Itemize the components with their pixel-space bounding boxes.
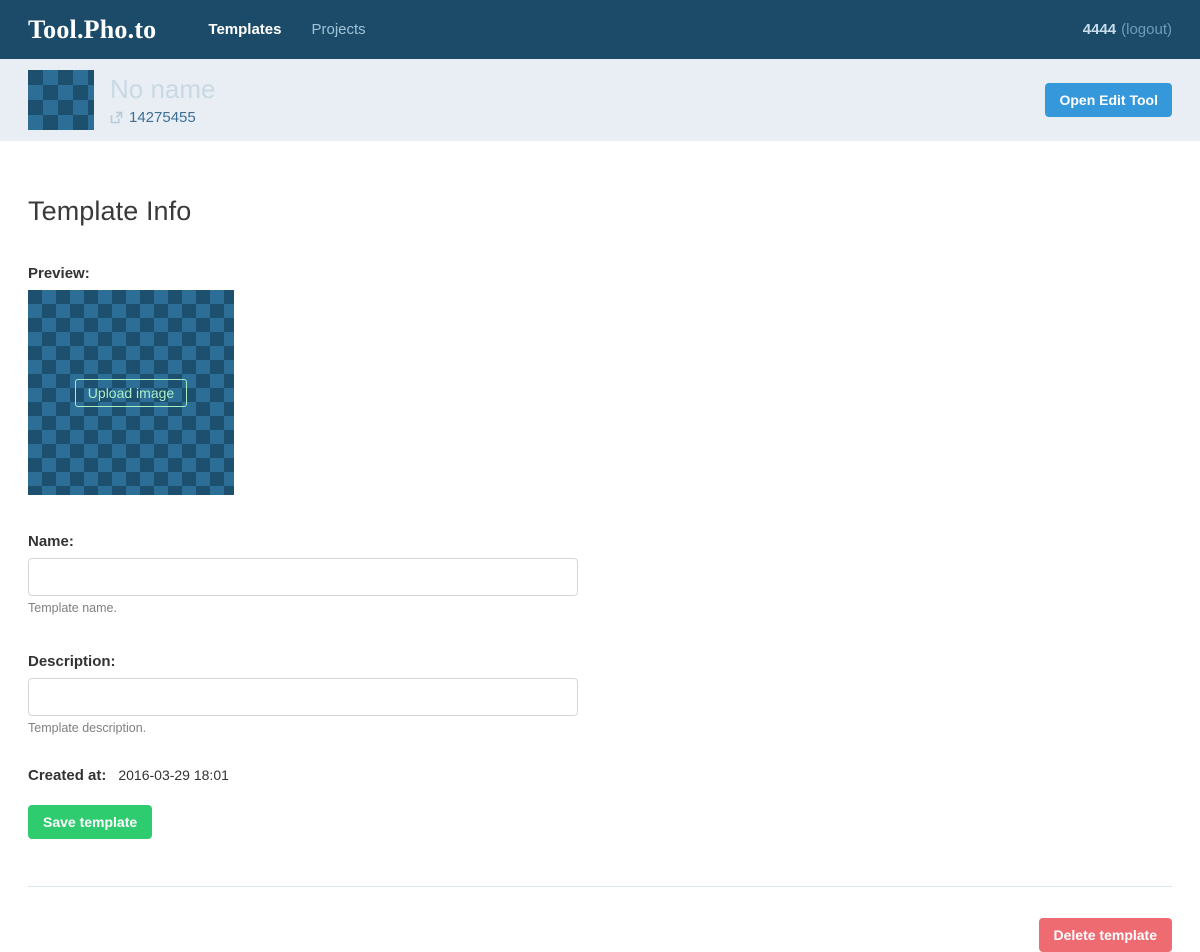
- nav-link-projects[interactable]: Projects: [311, 21, 365, 38]
- upload-image-button[interactable]: Upload image: [74, 378, 188, 407]
- name-input[interactable]: [28, 558, 578, 596]
- open-edit-tool-button[interactable]: Open Edit Tool: [1045, 83, 1172, 117]
- footer-actions: Delete template: [28, 918, 1172, 952]
- description-label: Description:: [28, 653, 116, 670]
- name-help-text: Template name.: [28, 601, 117, 615]
- username-label: 4444: [1082, 21, 1117, 38]
- template-identity: No name 14275455: [110, 74, 216, 126]
- template-id-row: 14275455: [110, 109, 216, 126]
- preview-image[interactable]: Upload image: [28, 290, 234, 495]
- section-divider: [28, 886, 1172, 887]
- page-title: Template Info: [28, 196, 192, 226]
- template-subheader: No name 14275455 Open Edit Tool: [0, 59, 1200, 141]
- template-title: No name: [110, 73, 216, 104]
- brand-logo[interactable]: Tool.Pho.to: [28, 15, 156, 45]
- user-area: 4444 (logout): [1083, 21, 1172, 38]
- external-link-icon: [110, 111, 123, 124]
- delete-template-button[interactable]: Delete template: [1038, 918, 1172, 952]
- created-at-row: Created at: 2016-03-29 18:01: [28, 767, 1172, 784]
- nav-link-templates[interactable]: Templates: [208, 21, 281, 38]
- primary-nav: Templates Projects: [208, 21, 365, 38]
- template-thumbnail: [28, 70, 94, 130]
- name-label: Name:: [28, 533, 74, 550]
- logout-link[interactable]: (logout): [1121, 21, 1172, 38]
- main-content: Template Info Preview: Upload image Name…: [0, 196, 1200, 952]
- save-template-button[interactable]: Save template: [28, 805, 153, 839]
- description-help-text: Template description.: [28, 721, 147, 735]
- description-input[interactable]: [28, 678, 578, 716]
- created-at-label: Created at:: [28, 767, 107, 784]
- top-navbar: Tool.Pho.to Templates Projects 4444 (log…: [0, 0, 1200, 59]
- preview-label: Preview:: [28, 265, 90, 282]
- created-at-value: 2016-03-29 18:01: [118, 767, 229, 783]
- template-id-link[interactable]: 14275455: [129, 109, 196, 126]
